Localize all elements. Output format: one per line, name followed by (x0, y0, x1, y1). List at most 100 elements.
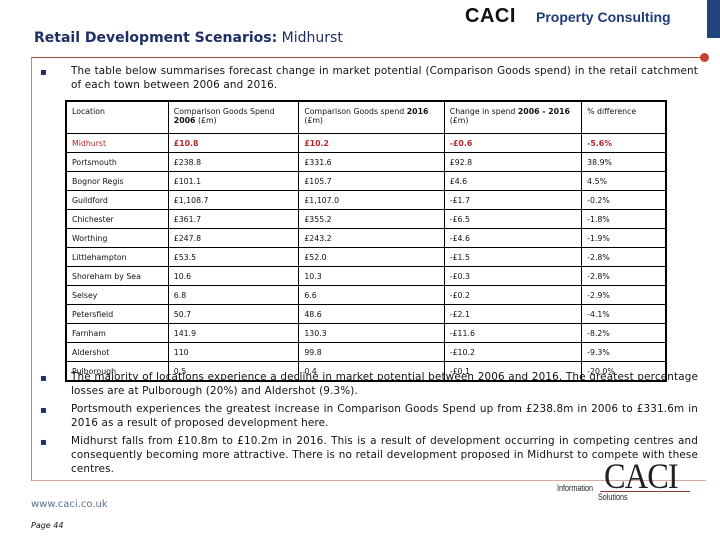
brand-logo: CACI (465, 5, 516, 27)
intro-paragraph: The table below summarises forecast chan… (71, 65, 698, 91)
spend-2006-cell: £247.8 (167, 228, 300, 248)
change-cell: -£2.1 (443, 304, 583, 324)
location-cell: Midhurst (65, 133, 169, 153)
location-cell: Guildford (65, 190, 169, 210)
bullet-icon: ▪ (40, 67, 47, 78)
column-header-unit: (£m) (304, 116, 323, 125)
spend-2016-cell: 10.3 (298, 266, 445, 286)
pct-difference-cell: -9.3% (581, 342, 667, 362)
footer-logo-caci: CACI (604, 456, 679, 496)
pct-difference-cell: -1.8% (581, 209, 667, 229)
change-cell: -£10.2 (443, 342, 583, 362)
bullet-icon: ▪ (40, 437, 47, 448)
brand-division: Property Consulting (536, 9, 671, 25)
location-cell: Littlehampton (65, 247, 169, 267)
location-cell: Aldershot (65, 342, 169, 362)
footer-logo-solutions: Solutions (598, 492, 628, 502)
spend-2016-cell: £105.7 (298, 171, 445, 191)
spend-2006-cell: £238.8 (167, 152, 300, 172)
column-header-year: 2006 (173, 116, 196, 125)
spend-2016-cell: £1,107.0 (298, 190, 445, 210)
change-cell: -£0.3 (443, 266, 583, 286)
change-cell: -£1.5 (443, 247, 583, 267)
table-row: Chichester £361.7 £355.2 -£6.5 -1.8% (65, 209, 667, 229)
frame-dot-decoration (700, 53, 709, 62)
table-row: Portsmouth £238.8 £331.6 £92.8 38.9% (65, 152, 667, 172)
spend-2006-cell: £101.1 (167, 171, 300, 191)
table-row: Guildford £1,108.7 £1,107.0 -£1.7 -0.2% (65, 190, 667, 210)
change-cell: £92.8 (443, 152, 583, 172)
spend-2006-cell: £1,108.7 (167, 190, 300, 210)
location-cell: Selsey (65, 285, 169, 305)
column-header: Location (65, 100, 169, 134)
page-title-location: Midhurst (277, 30, 343, 46)
pct-difference-cell: -2.9% (581, 285, 667, 305)
pct-difference-cell: -4.1% (581, 304, 667, 324)
location-cell: Farnham (65, 323, 169, 343)
column-header: Comparison Goods Spend 2006 (£m) (167, 100, 300, 134)
location-cell: Worthing (65, 228, 169, 248)
change-cell: -£11.6 (443, 323, 583, 343)
finding-paragraph-1: The majority of locations experience a d… (71, 371, 698, 397)
pct-difference-cell: -1.9% (581, 228, 667, 248)
spend-2006-cell: 141.9 (167, 323, 300, 343)
column-header-unit: (£m) (449, 116, 469, 125)
table-header-row: Location Comparison Goods Spend 2006 (£m)… (65, 100, 667, 134)
table-row: Littlehampton £53.5 £52.0 -£1.5 -2.8% (65, 247, 667, 267)
spend-2016-cell: £52.0 (298, 247, 445, 267)
pct-difference-cell: -0.2% (581, 190, 667, 210)
spend-2016-cell: 130.3 (298, 323, 445, 343)
spend-2016-cell: 48.6 (298, 304, 445, 324)
footer-url-link[interactable]: www.caci.co.uk (31, 499, 108, 510)
table-body: Midhurst £10.8 £10.2 -£0.6 -5.6% Portsmouth £2… (65, 133, 667, 382)
column-header-text: Change in spend (449, 107, 518, 116)
change-cell: -£0.6 (443, 133, 583, 153)
location-cell: Shoreham by Sea (65, 266, 169, 286)
pct-difference-cell: -2.8% (581, 266, 667, 286)
pct-difference-cell: 4.5% (581, 171, 667, 191)
table-row: Petersfield 50.7 48.6 -£2.1 -4.1% (65, 304, 667, 324)
spend-2006-cell: £53.5 (167, 247, 300, 267)
column-header: Change in spend 2006 - 2016 (£m) (443, 100, 583, 134)
finding-paragraph-2: Portsmouth experiences the greatest incr… (71, 403, 698, 429)
table-row: Aldershot 110 99.8 -£10.2 -9.3% (65, 342, 667, 362)
column-header-unit: (£m) (195, 116, 217, 125)
table-row: Farnham 141.9 130.3 -£11.6 -8.2% (65, 323, 667, 343)
bullet-icon: ▪ (40, 405, 47, 416)
pct-difference-cell: -8.2% (581, 323, 667, 343)
change-cell: -£4.6 (443, 228, 583, 248)
spend-2006-cell: 50.7 (167, 304, 300, 324)
spend-2016-cell: 6.6 (298, 285, 445, 305)
table-row: Midhurst £10.8 £10.2 -£0.6 -5.6% (65, 133, 667, 153)
column-header: Comparison Goods spend 2016 (£m) (298, 100, 445, 134)
spend-2016-cell: £10.2 (298, 133, 445, 153)
table-row: Selsey 6.8 6.6 -£0.2 -2.9% (65, 285, 667, 305)
change-cell: -£1.7 (443, 190, 583, 210)
location-cell: Portsmouth (65, 152, 169, 172)
spend-2016-cell: £243.2 (298, 228, 445, 248)
location-cell: Chichester (65, 209, 169, 229)
column-header-text: Location (72, 107, 105, 116)
spend-table: Location Comparison Goods Spend 2006 (£m)… (65, 100, 667, 382)
pct-difference-cell: -2.8% (581, 247, 667, 267)
page-title-bold: Retail Development Scenarios: (34, 30, 278, 46)
bullet-icon: ▪ (40, 373, 47, 384)
change-cell: -£0.2 (443, 285, 583, 305)
column-header: % difference (581, 100, 667, 134)
spend-2006-cell: £10.8 (167, 133, 300, 153)
column-header-year: 2006 - 2016 (517, 107, 570, 116)
change-cell: £4.6 (443, 171, 583, 191)
spend-2016-cell: £355.2 (298, 209, 445, 229)
pct-difference-cell: 38.9% (581, 152, 667, 172)
column-header-text: Comparison Goods spend (304, 107, 407, 116)
location-cell: Bognor Regis (65, 171, 169, 191)
spend-2016-cell: £331.6 (298, 152, 445, 172)
table-row: Worthing £247.8 £243.2 -£4.6 -1.9% (65, 228, 667, 248)
spend-2016-cell: 99.8 (298, 342, 445, 362)
pct-difference-cell: -5.6% (581, 133, 667, 153)
table-row: Bognor Regis £101.1 £105.7 £4.6 4.5% (65, 171, 667, 191)
column-header-text: % difference (587, 107, 637, 116)
spend-2006-cell: 6.8 (167, 285, 300, 305)
location-cell: Petersfield (65, 304, 169, 324)
column-header-year: 2016 (406, 107, 429, 116)
